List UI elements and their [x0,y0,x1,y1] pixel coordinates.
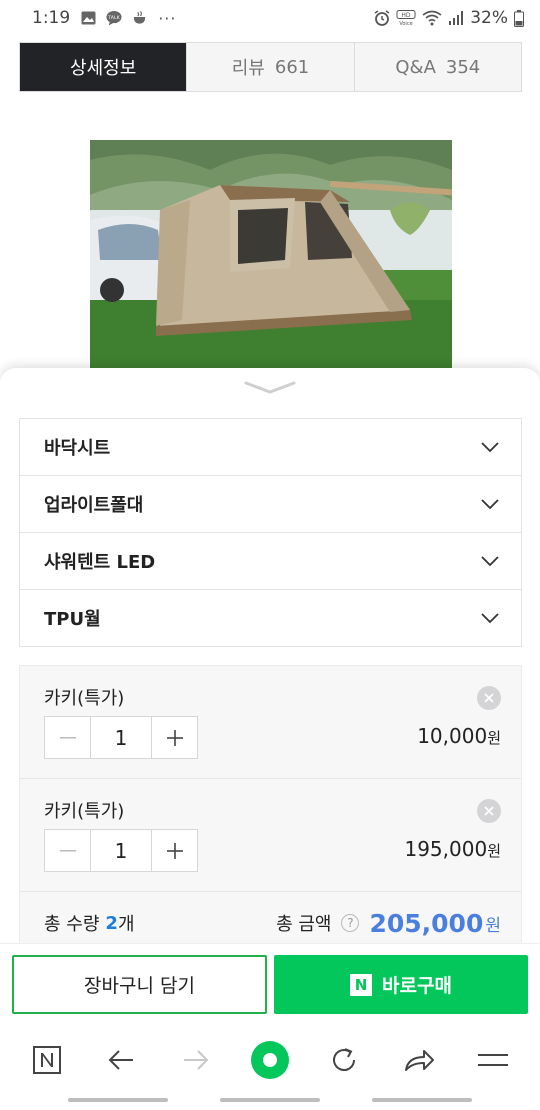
forward-button[interactable] [176,1040,216,1080]
selected-items-box: 카키(특가) 1 10,000원 카키(특가) 1 195,000원 총 수량 … [19,665,522,955]
sheet-collapse-handle[interactable] [244,380,296,396]
tab-label: 리뷰 [231,58,265,79]
selected-item: 카키(특가) 1 10,000원 [20,666,521,779]
add-to-cart-button[interactable]: 장바구니 담기 [12,955,267,1014]
option-list: 바닥시트 업라이트폴대 샤워텐트 LED TPU월 [19,418,522,647]
home-dot-icon [250,1041,289,1079]
menu-icon [477,1054,508,1066]
chevron-down-icon [244,381,296,394]
button-label: 바로구매 [382,975,452,997]
naver-n-icon: N [350,973,373,996]
decrease-button[interactable] [45,717,90,758]
total-qty-value: 2 [105,912,118,934]
battery-icon [514,9,524,27]
svg-text:HD: HD [402,12,412,19]
order-summary: 총 수량 2 개 총 금액 ? 205,000 원 [44,908,501,938]
total-amount-label: 총 금액 [276,914,332,935]
more-dots-icon: ··· [158,8,177,28]
quantity-value[interactable]: 1 [90,830,152,871]
share-button[interactable] [399,1040,439,1080]
cup-icon [132,10,148,26]
chevron-down-icon [481,499,499,510]
svg-text:TALK: TALK [107,15,120,21]
remove-item-button[interactable] [477,686,501,710]
button-label: 장바구니 담기 [84,975,195,997]
close-icon [484,806,494,816]
refresh-button[interactable] [324,1040,364,1080]
minus-icon [59,849,76,851]
selected-item-name: 카키(특가) [44,688,125,709]
option-label: TPU월 [44,609,101,630]
total-amount: 총 금액 ? 205,000 원 [276,909,501,938]
item-price: 195,000원 [404,837,501,861]
item-price: 10,000원 [417,724,501,748]
tab-detail-info[interactable]: 상세정보 [20,43,187,91]
plus-icon [166,842,183,859]
talk-icon: TALK [106,10,122,26]
price-value: 195,000 [404,837,488,861]
total-qty-label: 총 수량 [44,914,100,935]
option-select-tpu-wall[interactable]: TPU월 [19,590,522,647]
close-icon [484,693,494,703]
option-select-upright-pole[interactable]: 업라이트폴대 [19,476,522,533]
back-button[interactable] [101,1040,141,1080]
price-value: 10,000 [417,724,488,748]
product-image [90,140,452,368]
naver-n-icon [33,1046,62,1074]
wifi-icon [422,10,442,26]
tab-count: 661 [274,56,310,78]
quantity-stepper: 1 [44,716,198,759]
status-time: 1:19 [32,8,71,28]
chevron-down-icon [481,613,499,624]
signal-icon [448,10,464,26]
option-label: 업라이트폴대 [44,495,144,516]
system-gesture-bar [0,1098,540,1104]
option-label: 바닥시트 [44,438,111,459]
alarm-icon [374,10,390,26]
naver-home-button[interactable] [27,1040,67,1080]
refresh-icon [333,1048,356,1071]
remove-item-button[interactable] [477,799,501,823]
currency-unit: 원 [487,729,501,747]
chevron-down-icon [481,556,499,567]
svg-text:Voice: Voice [400,21,413,26]
buy-now-button[interactable]: N 바로구매 [274,955,528,1014]
back-arrow-icon [109,1050,134,1070]
detail-tabs: 상세정보 리뷰 661 Q&A 354 [19,42,522,92]
option-label: 샤워텐트 LED [44,552,156,573]
tab-qna[interactable]: Q&A 354 [353,43,521,91]
chevron-down-icon [481,442,499,453]
forward-arrow-icon [183,1050,209,1070]
increase-button[interactable] [152,830,197,871]
option-select-shower-tent-led[interactable]: 샤워텐트 LED [19,533,522,590]
tab-label: Q&A [395,56,436,78]
battery-percent: 32% [470,8,508,28]
help-icon[interactable]: ? [341,914,360,932]
green-dot-button[interactable] [250,1040,290,1080]
selected-item-name: 카키(특가) [44,801,125,822]
currency-unit: 원 [487,842,501,860]
tab-label: 상세정보 [70,58,137,79]
total-amount-value: 205,000 [369,908,484,938]
quantity-value[interactable]: 1 [90,717,152,758]
total-qty-unit: 개 [117,914,135,935]
photo-icon [80,10,96,26]
currency-unit: 원 [485,915,501,936]
browser-nav-bar [0,1025,540,1095]
tab-count: 354 [445,56,481,78]
status-bar: 1:19 TALK ··· HD Voice 32% [0,0,540,36]
menu-button[interactable] [473,1040,513,1080]
minus-icon [59,736,76,738]
increase-button[interactable] [152,717,197,758]
plus-icon [166,729,183,746]
purchase-option-sheet: 바닥시트 업라이트폴대 샤워텐트 LED TPU월 카키(특가) 1 10,00… [0,368,540,955]
tab-reviews[interactable]: 리뷰 661 [186,43,353,91]
quantity-stepper: 1 [44,829,198,872]
option-select-floor-sheet[interactable]: 바닥시트 [19,419,522,476]
hd-voice-icon: HD Voice [396,10,416,26]
selected-item: 카키(특가) 1 195,000원 [20,779,521,892]
decrease-button[interactable] [45,830,90,871]
share-icon [404,1050,434,1071]
purchase-action-bar: 장바구니 담기 N 바로구매 [0,943,540,1025]
